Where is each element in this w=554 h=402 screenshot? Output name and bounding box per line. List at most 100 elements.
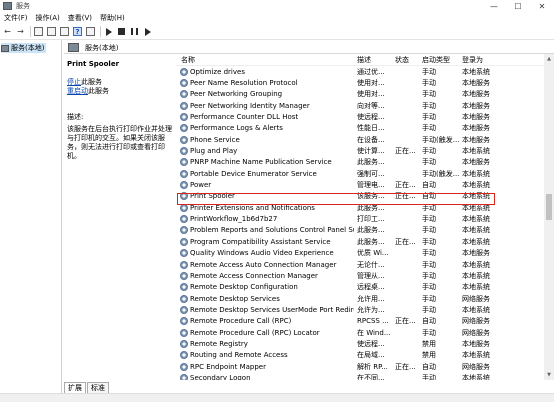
close-icon[interactable]: ✕	[530, 0, 554, 12]
table-row[interactable]: Printer Extensions and Notifications 此服务.…	[176, 202, 544, 213]
table-row[interactable]: Optimize drives 通过优... 手动 本地系统	[176, 66, 544, 77]
table-row[interactable]: Peer Networking Identity Manager 向对等... 手动…	[176, 100, 544, 111]
service-log-on-as-cell: 本地系统	[462, 203, 490, 212]
service-name-text: Printer Extensions and Notifications	[190, 203, 315, 212]
column-header-log-on-as[interactable]: 登录为	[459, 55, 544, 65]
service-name-cell: Program Compatibility Assistant Service	[176, 237, 354, 246]
tree-item-services-local[interactable]: 服务(本地)	[1, 43, 47, 53]
service-description-cell: 允许用...	[357, 294, 385, 303]
service-gear-icon	[180, 373, 188, 380]
service-log-on-as-cell: 本地系统	[462, 373, 490, 380]
table-row[interactable]: Remote Access Connection Manager 管理从... 手动…	[176, 270, 544, 281]
minimize-icon[interactable]: —	[482, 0, 506, 12]
start-service-button[interactable]	[103, 26, 114, 37]
service-log-on-as-cell: 本地系统	[462, 237, 490, 246]
service-name-cell: PrintWorkflow_1b6d7b27	[176, 215, 354, 224]
table-row[interactable]: RPC Endpoint Mapper 解析 RP... 正在... 自动 网络服务	[176, 361, 544, 372]
table-row[interactable]: Print Spooler 该服务... 正在... 自动 本地系统	[176, 191, 544, 202]
scroll-up-icon[interactable]: ▲	[544, 54, 554, 64]
table-row[interactable]: Power 管理电... 正在... 自动 本地系统	[176, 179, 544, 190]
service-startup-type-cell: 手动	[422, 113, 436, 122]
service-log-on-as-cell: 本地服务	[462, 79, 490, 88]
help-button[interactable]: ?	[72, 26, 83, 37]
table-row[interactable]: Remote Access Auto Connection Manager 无论什…	[176, 259, 544, 270]
table-row[interactable]: PNRP Machine Name Publication Service 此服务…	[176, 157, 544, 168]
service-name-cell: Print Spooler	[176, 192, 354, 201]
menu-help[interactable]: 帮助(H)	[96, 13, 129, 23]
maximize-icon[interactable]: ☐	[506, 0, 530, 12]
restart-service-button[interactable]	[142, 26, 153, 37]
table-row[interactable]: Remote Procedure Call (RPC) RPCSS ... 正在..…	[176, 316, 544, 327]
show-hide-tree-button[interactable]	[33, 26, 44, 37]
menu-view[interactable]: 查看(V)	[64, 13, 96, 23]
scroll-down-icon[interactable]: ▼	[544, 370, 554, 380]
title-bar: 服务 — ☐ ✕	[0, 0, 554, 12]
table-row[interactable]: Plug and Play 使计算... 正在... 手动 本地系统	[176, 145, 544, 156]
table-row[interactable]: Remote Desktop Services UserMode Port Re…	[176, 304, 544, 315]
service-name-text: Remote Access Connection Manager	[190, 271, 318, 280]
service-description-cell: RPCSS ...	[357, 317, 389, 326]
forward-arrow-icon[interactable]: →	[15, 26, 26, 37]
tab-extended[interactable]: 扩展	[64, 382, 86, 393]
stop-service-button[interactable]	[116, 26, 127, 37]
tab-standard[interactable]: 标准	[87, 382, 109, 393]
column-header-startup-type[interactable]: 启动类型	[419, 55, 459, 65]
service-description-cell: 此服务...	[357, 226, 385, 235]
service-startup-type-cell: 手动	[422, 294, 436, 303]
service-log-on-as-cell: 本地系统	[462, 169, 490, 178]
table-row[interactable]: Remote Registry 使远程... 禁用 本地服务	[176, 338, 544, 349]
pause-service-button[interactable]	[129, 26, 140, 37]
scrollbar-thumb[interactable]	[546, 194, 552, 220]
table-row[interactable]: Performance Logs & Alerts 性能日... 手动 本地服务	[176, 123, 544, 134]
service-name-text: Power	[190, 181, 212, 190]
service-name-cell: Remote Access Connection Manager	[176, 271, 354, 280]
table-row[interactable]: Problem Reports and Solutions Control Pa…	[176, 225, 544, 236]
menu-action[interactable]: 操作(A)	[32, 13, 64, 23]
restart-service-link[interactable]: 重启动	[67, 87, 88, 95]
properties-button[interactable]	[46, 26, 57, 37]
service-description-cell: 此服务...	[357, 203, 385, 212]
table-row[interactable]: Phone Service 在设备... 手动(触发... 本地服务	[176, 134, 544, 145]
export-button[interactable]	[85, 26, 96, 37]
service-startup-type-cell: 手动	[422, 260, 436, 269]
service-name-text: Remote Desktop Services	[190, 294, 280, 303]
table-row[interactable]: Secondary Logon 在不同... 手动 本地系统	[176, 372, 544, 380]
table-row[interactable]: Remote Desktop Services 允许用... 手动 网络服务	[176, 293, 544, 304]
service-description-cell: 该服务...	[357, 192, 385, 201]
table-row[interactable]: Remote Procedure Call (RPC) Locator 在 Win…	[176, 327, 544, 338]
refresh-button[interactable]	[59, 26, 70, 37]
stop-service-link[interactable]: 停止	[67, 78, 81, 86]
table-row[interactable]: Routing and Remote Access 在局域... 禁用 本地系统	[176, 350, 544, 361]
column-header-name[interactable]: 名称	[176, 55, 354, 65]
service-log-on-as-cell: 本地系统	[462, 181, 490, 190]
table-row[interactable]: Portable Device Enumerator Service 强制可...…	[176, 168, 544, 179]
service-log-on-as-cell: 本地系统	[462, 351, 490, 360]
service-log-on-as-cell: 本地系统	[462, 271, 490, 280]
services-table: 名称 描述 状态 启动类型 登录为 Optimize drives 通过优... 手…	[176, 54, 544, 380]
table-row[interactable]: Remote Desktop Configuration 远程桌... 手动 本地系统	[176, 282, 544, 293]
back-arrow-icon[interactable]: ←	[2, 26, 13, 37]
table-row[interactable]: Peer Networking Grouping 使用对... 手动 本地服务	[176, 89, 544, 100]
table-row[interactable]: Quality Windows Audio Video Experience 优质…	[176, 248, 544, 259]
service-log-on-as-cell: 本地系统	[462, 260, 490, 269]
service-name-text: Remote Desktop Services UserMode Port Re…	[190, 305, 354, 314]
service-description-cell: 在局域...	[357, 351, 385, 360]
column-header-status[interactable]: 状态	[392, 55, 419, 65]
service-gear-icon	[180, 203, 188, 212]
vertical-scrollbar[interactable]: ▲ ▼	[544, 54, 554, 380]
service-status-cell: 正在...	[395, 181, 416, 190]
table-row[interactable]: Peer Name Resolution Protocol 使用对... 手动 本地服…	[176, 77, 544, 88]
service-startup-type-cell: 手动	[422, 249, 436, 258]
menu-file[interactable]: 文件(F)	[0, 13, 32, 23]
table-row[interactable]: Program Compatibility Assistant Service 此…	[176, 236, 544, 247]
service-status-cell: 正在...	[395, 317, 416, 326]
table-row[interactable]: Performance Counter DLL Host 使远程... 手动 本地服务	[176, 111, 544, 122]
table-row[interactable]: PrintWorkflow_1b6d7b27 打印工... 手动 本地系统	[176, 213, 544, 224]
column-header-description[interactable]: 描述	[354, 55, 392, 65]
toolbar-separator	[100, 26, 101, 37]
service-description-cell: 无论什...	[357, 260, 385, 269]
service-name-cell: Peer Name Resolution Protocol	[176, 79, 354, 88]
service-name-text: Remote Registry	[190, 339, 248, 348]
service-log-on-as-cell: 本地系统	[462, 226, 490, 235]
service-gear-icon	[180, 101, 188, 110]
